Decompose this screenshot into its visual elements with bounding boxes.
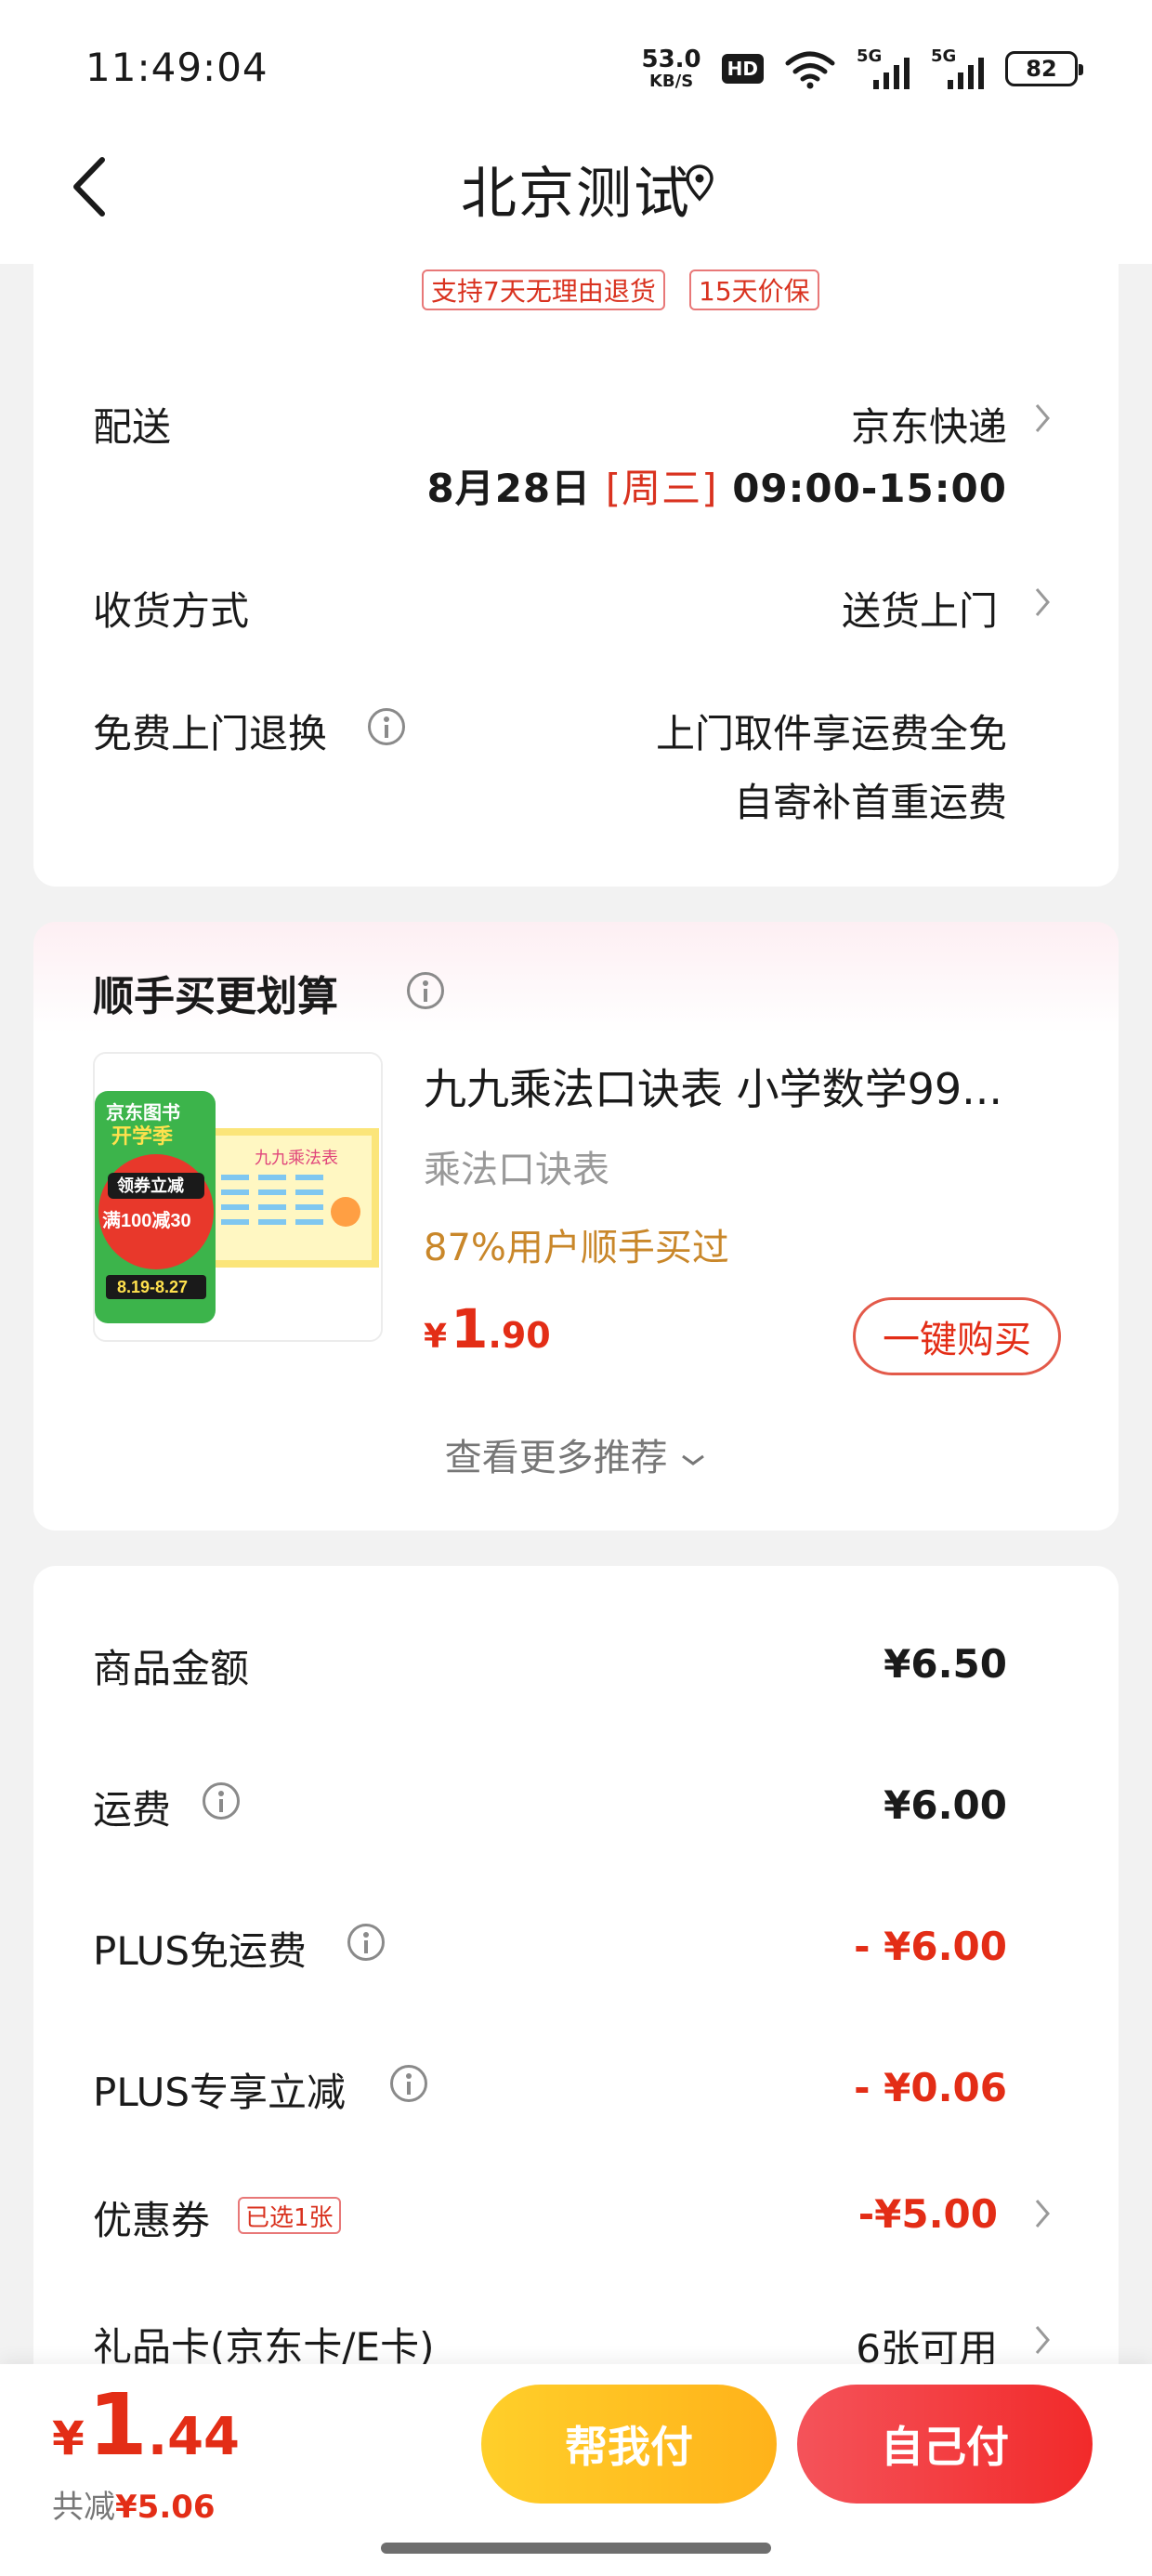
wifi-icon <box>785 51 835 89</box>
status-icons: 53.0 KB/S HD 5G 5G 82 <box>642 43 1083 95</box>
delivery-date: 8月28日 <box>426 466 592 511</box>
signal-icon-sim2: 5G <box>931 46 985 89</box>
signal-icon-sim1: 5G <box>857 46 910 89</box>
network-speed: 53.0 KB/S <box>642 47 701 90</box>
return-policy-tag: 支持7天无理由退货 <box>422 269 665 310</box>
product-bought-rate: 87%用户顺手买过 <box>424 1227 729 1269</box>
receive-method-label: 收货方式 <box>93 588 250 634</box>
delivery-weekday: [周三] <box>605 466 718 511</box>
price-protect-tag: 15天价保 <box>689 269 819 310</box>
info-icon[interactable] <box>368 708 405 745</box>
info-icon[interactable] <box>390 2065 427 2102</box>
plus-free-freight-label: PLUS免运费 <box>93 1928 308 1974</box>
battery-icon: 82 <box>1005 51 1083 86</box>
info-icon[interactable] <box>407 972 444 1009</box>
image-title-2: 开学季 <box>111 1124 173 1148</box>
status-bar: 11:49:04 53.0 KB/S HD 5G 5G 82 <box>0 0 1152 139</box>
network-speed-unit: KB/S <box>648 72 694 91</box>
delivery-time[interactable]: 8月28日 [周三] 09:00-15:00 <box>426 457 1007 514</box>
coupon-label: 优惠券 <box>93 2198 211 2243</box>
status-time: 11:49:04 <box>85 45 268 90</box>
home-indicator[interactable] <box>381 2543 771 2554</box>
info-icon[interactable] <box>203 1782 240 1820</box>
freight-value: ¥6.00 <box>884 1782 1007 1828</box>
free-return-label: 免费上门退换 <box>93 711 328 756</box>
product-spec: 乘法口诀表 <box>424 1149 609 1191</box>
hd-icon: HD <box>721 54 764 84</box>
pay-myself-button[interactable]: 自己付 <box>797 2385 1093 2504</box>
goods-amount-label: 商品金额 <box>93 1646 250 1691</box>
page-title: 北京测试 <box>461 162 691 227</box>
location-pin-icon[interactable] <box>684 164 715 202</box>
more-recommend-link[interactable]: 查看更多推荐 <box>0 1427 1152 1481</box>
total-price: ¥ 1 .44 <box>52 2375 241 2475</box>
image-date: 8.19-8.27 <box>117 1278 188 1296</box>
product-image[interactable]: 九九乘法表 京东图书 开学季 领券立减 满100减30 8.19-8.27 <box>93 1052 383 1342</box>
goods-amount-value: ¥6.50 <box>884 1641 1007 1687</box>
chevron-right-icon[interactable] <box>1033 400 1054 437</box>
free-return-line2: 自寄补首重运费 <box>733 780 1007 825</box>
one-click-buy-button[interactable]: 一键购买 <box>853 1297 1061 1375</box>
coupon-value[interactable]: -¥5.00 <box>858 2191 998 2237</box>
plus-discount-value: - ¥0.06 <box>854 2065 1007 2110</box>
image-title-1: 京东图书 <box>106 1101 180 1124</box>
recommend-title: 顺手买更划算 <box>93 973 338 1020</box>
chevron-right-icon[interactable] <box>1033 584 1054 621</box>
receive-method-value[interactable]: 送货上门 <box>842 580 998 637</box>
total-saved: 共减¥5.06 <box>52 2489 216 2526</box>
help-me-pay-button[interactable]: 帮我付 <box>481 2385 777 2504</box>
chevron-right-icon[interactable] <box>1033 2195 1054 2232</box>
product-price: ¥ 1 .90 <box>424 1297 551 1360</box>
plus-discount-label: PLUS专享立减 <box>93 2070 347 2115</box>
network-speed-value: 53.0 <box>641 46 701 73</box>
delivery-time-range: 09:00-15:00 <box>732 466 1007 511</box>
coupon-selected-badge: 已选1张 <box>238 2197 341 2234</box>
product-name[interactable]: 九九乘法口诀表 小学数学99... <box>424 1056 1037 1117</box>
delivery-carrier[interactable]: 京东快递 <box>851 396 1007 453</box>
image-coupon-1: 领券立减 <box>117 1176 184 1195</box>
freight-label: 运费 <box>93 1787 172 1833</box>
free-return-line1: 上门取件享运费全免 <box>655 711 1007 756</box>
image-coupon-2: 满100减30 <box>102 1209 191 1231</box>
delivery-label: 配送 <box>93 404 172 450</box>
plus-free-freight-value: - ¥6.00 <box>854 1924 1007 1969</box>
poster-text: 九九乘法表 <box>255 1149 338 1167</box>
chevron-down-icon <box>682 1454 705 1465</box>
info-icon[interactable] <box>347 1924 385 1961</box>
chevron-right-icon[interactable] <box>1033 2321 1054 2359</box>
